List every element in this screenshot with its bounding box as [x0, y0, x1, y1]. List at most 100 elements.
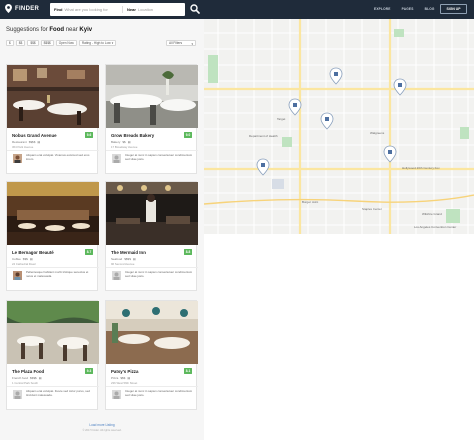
- listing-card[interactable]: Nobus Grand Avenue 9.6 Restaurant $$$$ ▤…: [6, 64, 99, 174]
- card-bookmark-icon[interactable]: ▤: [128, 140, 131, 144]
- nav-explore[interactable]: EXPLORE: [374, 7, 391, 11]
- card-address: 96 Second Avenue: [111, 262, 135, 266]
- filter-price-4[interactable]: $$$$: [40, 40, 54, 46]
- listing-card[interactable]: The Plaza Food 9.3 French food $$$$ ▤ 1 …: [6, 300, 99, 410]
- filter-price-3[interactable]: $$$: [27, 40, 39, 46]
- card-review: Integer at nunc in sapien consectetuer c…: [125, 153, 193, 161]
- card-address: 364 Park Avenue: [12, 145, 34, 149]
- map-canvas[interactable]: Target Department of Health Walgreens Ho…: [204, 19, 474, 234]
- rating-badge: 9.6: [85, 132, 93, 138]
- listing-card[interactable]: The Mermaid Inn 8.8 Seafood $$$$ ▤ 96 Se…: [105, 181, 198, 291]
- rating-badge: 9.0: [184, 132, 192, 138]
- card-price: $$$$: [124, 257, 131, 261]
- listing-card[interactable]: Le Bernagor Beauté 8.7 Coffee $$$ ▤ 24 C…: [6, 181, 99, 291]
- search-what-label: Find: [54, 7, 63, 12]
- card-price: $$$$: [28, 140, 36, 144]
- restaurant-photo: [106, 301, 198, 364]
- chevron-down-icon: ▾: [111, 41, 114, 45]
- card-meta: Bakery $$ ▤: [111, 140, 131, 144]
- card-category: Coffee: [12, 257, 21, 261]
- card-address: 24 Cathedral Road: [12, 262, 36, 266]
- search-where-field[interactable]: Near Location: [123, 3, 185, 16]
- card-price: $$$: [120, 376, 126, 380]
- search-what-placeholder: What are you looking for: [64, 7, 108, 12]
- filter-price-2[interactable]: $$: [15, 40, 26, 46]
- card-divider: [106, 267, 198, 268]
- avatar: [13, 390, 22, 399]
- card-category: Restaurant: [12, 140, 27, 144]
- sort-label: Rating - High to Low: [81, 41, 111, 45]
- nav-blog[interactable]: BLOG: [425, 7, 435, 11]
- card-category: Pizza: [111, 376, 119, 380]
- listing-card[interactable]: Patsy's Pizza 8.1 Pizza $$$ ▤ 236 West 5…: [105, 300, 198, 410]
- map-view[interactable]: Target Department of Health Walgreens Ho…: [204, 19, 474, 234]
- avatar: [13, 154, 22, 163]
- card-title[interactable]: Patsy's Pizza: [111, 369, 138, 374]
- card-divider: [7, 150, 99, 151]
- map-label-walgreens: Walgreens: [370, 131, 385, 135]
- card-title[interactable]: Le Bernagor Beauté: [12, 250, 54, 255]
- card-bookmark-icon[interactable]: ▤: [39, 376, 42, 380]
- rating-badge: 8.7: [85, 249, 93, 255]
- main-nav: EXPLORE PAGES BLOG: [374, 7, 435, 11]
- card-category: French food: [12, 376, 29, 380]
- rating-badge: 8.1: [184, 368, 192, 374]
- card-divider: [106, 386, 198, 387]
- suggest-prefix: Suggestions for: [6, 27, 48, 33]
- search-where-placeholder: Location: [137, 7, 154, 12]
- sort-select[interactable]: Rating - High to Low ▾: [78, 40, 117, 46]
- avatar: [112, 154, 121, 163]
- card-address: 17 Broadway Avenue: [111, 145, 138, 149]
- card-bookmark-icon[interactable]: ▤: [30, 257, 33, 261]
- card-review: Aliquam erat volutpat. Fusce sed tortor …: [26, 389, 90, 397]
- map-label-target: Target: [277, 117, 286, 121]
- search-bar: Find What are you looking for Near Locat…: [50, 3, 185, 16]
- card-title[interactable]: The Mermaid Inn: [111, 250, 146, 255]
- map-label-health: Department of Health: [249, 134, 278, 138]
- card-bookmark-icon[interactable]: ▤: [37, 140, 40, 144]
- restaurant-photo: [106, 65, 198, 128]
- signup-button[interactable]: SIGN UP: [440, 4, 467, 14]
- listing-card[interactable]: Grow Breads Bakery 9.0 Bakery $$ ▤ 17 Br…: [105, 64, 198, 174]
- filter-price-1[interactable]: $: [6, 40, 14, 46]
- card-title[interactable]: Grow Breads Bakery: [111, 133, 154, 138]
- filter-open-now[interactable]: Open Now: [55, 40, 77, 46]
- card-divider: [7, 386, 99, 387]
- card-meta: Seafood $$$$ ▤: [111, 257, 136, 261]
- card-meta: Pizza $$$ ▤: [111, 376, 130, 380]
- restaurant-photo: [7, 182, 99, 245]
- suggest-place: Kyiv: [79, 27, 93, 33]
- card-address: 236 West 56th Street: [111, 381, 138, 385]
- all-filters-label: All Filters: [169, 41, 183, 45]
- nav-pages[interactable]: PAGES: [402, 7, 414, 11]
- card-category: Bakery: [111, 140, 121, 144]
- map-label-fox: Hollywood 20th Century Fox: [402, 166, 440, 170]
- avatar: [112, 271, 121, 280]
- map-label-burger: Burger Joint: [302, 200, 318, 204]
- top-navbar: FINDER Find What are you looking for Nea…: [0, 0, 474, 19]
- card-review: Integer at nunc in sapien consectetuer c…: [125, 389, 193, 397]
- card-review: Integer at nunc in sapien consectetuer c…: [125, 270, 193, 278]
- card-title[interactable]: Nobus Grand Avenue: [12, 133, 57, 138]
- location-pin-icon: [5, 4, 12, 13]
- search-what-field[interactable]: Find What are you looking for: [50, 3, 122, 16]
- listing-panel: Suggestions for Food near Kyiv $ $$ $$$ …: [0, 19, 204, 440]
- map-label-staples: Staples Center: [362, 207, 382, 211]
- card-bookmark-icon[interactable]: ▤: [133, 257, 136, 261]
- card-bookmark-icon[interactable]: ▤: [127, 376, 130, 380]
- brand-logo[interactable]: FINDER: [5, 4, 39, 13]
- card-title[interactable]: The Plaza Food: [12, 369, 44, 374]
- avatar: [13, 271, 22, 280]
- search-icon[interactable]: [190, 4, 200, 14]
- rating-badge: 9.3: [85, 368, 93, 374]
- chevron-down-icon: ▾: [191, 42, 193, 46]
- card-price: $$$$: [30, 376, 37, 380]
- filter-bar: $ $$ $$$ $$$$ Open Now Rating - High to …: [6, 40, 117, 46]
- copyright-text: © 2017 Finder. All rights reserved.: [82, 429, 122, 432]
- suggest-term: Food: [49, 27, 65, 33]
- map-footer-area: [204, 234, 474, 440]
- map-label-convention: Los Angeles Convention Center: [414, 225, 456, 229]
- all-filters-select[interactable]: All Filters ▾: [166, 40, 196, 46]
- load-more-link[interactable]: Load more Listing: [0, 423, 204, 427]
- card-category: Seafood: [111, 257, 123, 261]
